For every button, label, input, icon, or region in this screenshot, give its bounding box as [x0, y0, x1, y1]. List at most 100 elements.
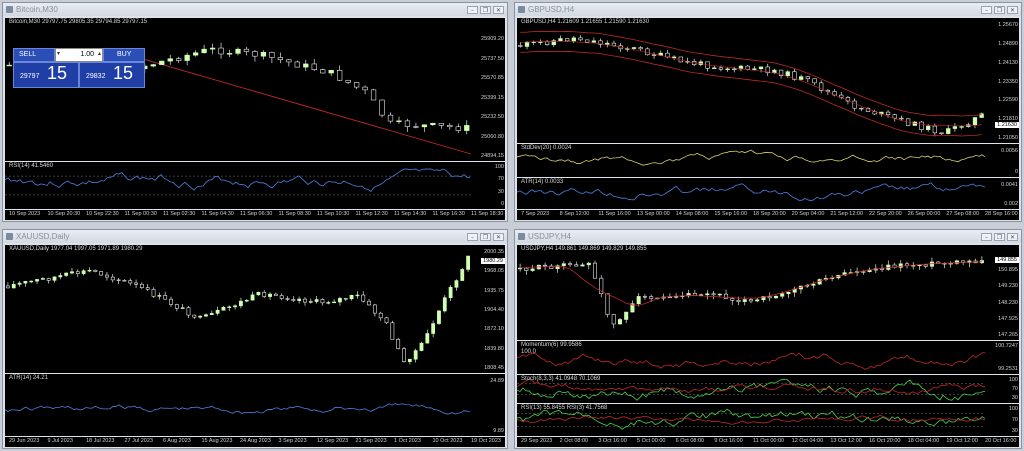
sell-price-box[interactable]: 29797 15	[13, 62, 79, 88]
candle	[805, 76, 810, 83]
candle	[561, 261, 566, 270]
candle	[430, 122, 436, 126]
restore-button[interactable]: ❐	[480, 232, 491, 241]
price-pane[interactable]: Bitcoin,M30 29797.75 29805.35 29794.85 2…	[5, 18, 505, 161]
candle	[638, 46, 643, 51]
indicator-sublabel: 100.0	[521, 349, 537, 355]
window-title: XAUUSD,Daily	[16, 232, 70, 241]
window-title: USDJPY,H4	[528, 232, 571, 241]
candle	[685, 57, 690, 64]
price-pane[interactable]: GBPUSD,H4 1.21609 1.21655 1.21590 1.2163…	[517, 18, 1019, 143]
indicator-pane-stddev[interactable]: StdDev(20) 0.0024 0.0056 0	[517, 144, 1019, 177]
candle	[252, 49, 258, 62]
close-button[interactable]: ✕	[1007, 5, 1018, 14]
indicator-pane-rsi[interactable]: RSI(14) 41.5460 100 70 30 0	[5, 162, 505, 209]
time-tick-label: 6 Oct 08:00	[675, 438, 705, 444]
indicator-pane-rsi[interactable]: RSI(13) 55.8455 RSI(3) 41.7568 100 70 30	[517, 404, 1019, 436]
window-titlebar[interactable]: USDJPY,H4 – ❐ ✕	[515, 230, 1021, 243]
price-pane[interactable]: USDJPY,H4 149.861 149.869 149.829 149.85…	[517, 245, 1019, 340]
candle	[611, 314, 616, 329]
candlestick-chart-bollinger	[518, 31, 984, 137]
rsi-line	[5, 168, 471, 196]
candle	[698, 59, 703, 67]
candle	[226, 49, 233, 58]
candle	[367, 298, 371, 306]
chart-window-usdjpy[interactable]: USDJPY,H4 – ❐ ✕ USDJPY,H4 149.861 149.86…	[514, 229, 1022, 449]
chart-window-gbpusd[interactable]: GBPUSD,H4 – ❐ ✕ GBPUSD,H4 1.21609 1.2165…	[514, 2, 1022, 222]
time-tick-label: 29 Jun 2023	[9, 438, 40, 444]
candle	[227, 305, 232, 312]
candle	[169, 296, 173, 307]
bollinger-upper	[520, 31, 982, 117]
chart-window-bitcoin[interactable]: Bitcoin,M30 – ❐ ✕ Bitcoin,M30 29797.75 2…	[2, 2, 508, 222]
price-tick-label: 70	[497, 176, 504, 183]
candle	[524, 41, 530, 50]
restore-button[interactable]: ❐	[994, 232, 1005, 241]
window-titlebar[interactable]: Bitcoin,M30 – ❐ ✕	[3, 3, 507, 16]
buy-button[interactable]: BUY	[103, 48, 145, 62]
restore-button[interactable]: ❐	[994, 5, 1005, 14]
candle	[372, 303, 377, 317]
candle	[268, 292, 272, 300]
minimize-button[interactable]: –	[467, 232, 478, 241]
price-pane[interactable]: XAUUSD,Daily 1977.04 1997.05 1971.89 198…	[5, 245, 505, 373]
lot-up-icon[interactable]: ▴	[98, 50, 101, 57]
candle	[285, 296, 290, 302]
candle	[294, 60, 300, 68]
candle	[667, 293, 672, 299]
candle	[568, 261, 573, 267]
candle	[402, 346, 406, 363]
rsi-slow	[517, 414, 986, 425]
minimize-button[interactable]: –	[981, 232, 992, 241]
minimize-button[interactable]: –	[467, 5, 478, 14]
price-tick-label: 1.25670	[998, 22, 1018, 28]
close-button[interactable]: ✕	[493, 5, 504, 14]
indicator-pane-atr[interactable]: ATR(14) 24.21 24.89 9.89	[5, 374, 505, 436]
candle	[384, 316, 389, 325]
candle	[93, 269, 98, 273]
lot-down-icon[interactable]: ▾	[57, 50, 60, 57]
minimize-button[interactable]: –	[981, 5, 992, 14]
candle	[580, 262, 585, 267]
close-button[interactable]: ✕	[1007, 232, 1018, 241]
candle	[413, 348, 418, 363]
candle	[159, 60, 165, 65]
price-tick-label: 0	[1014, 169, 1018, 175]
atr-line	[517, 182, 986, 202]
indicator-pane-atr[interactable]: ATR(14) 0.0033 0.0041 0.002	[517, 178, 1019, 209]
candle	[948, 261, 953, 268]
candle	[765, 63, 770, 76]
time-tick-label: 21 Sep 2023	[355, 438, 387, 444]
time-tick-label: 10 Oct 2023	[432, 438, 463, 444]
candle	[447, 123, 453, 130]
indicator-label: ATR(14) 24.21	[9, 375, 48, 381]
candle	[748, 297, 754, 304]
indicator-pane-stochastic[interactable]: Stoch(8,3,3) 41.0948 70.1069 100 70 30	[517, 375, 1019, 403]
candle	[291, 296, 296, 303]
candle	[437, 310, 441, 325]
candle	[361, 291, 366, 303]
restore-button[interactable]: ❐	[480, 5, 491, 14]
buy-price-box[interactable]: 29832 15	[79, 62, 145, 88]
candle	[555, 264, 560, 273]
time-tick-label: 26 Sep 00:00	[907, 211, 941, 217]
candle	[642, 294, 647, 300]
candle	[972, 117, 978, 129]
candle	[767, 292, 772, 302]
candle	[303, 297, 307, 306]
candle	[176, 56, 182, 64]
price-tick-label: 24.89	[490, 378, 504, 384]
window-titlebar[interactable]: GBPUSD,H4 – ❐ ✕	[515, 3, 1021, 16]
chart-window-xauusd[interactable]: XAUUSD,Daily – ❐ ✕ XAUUSD,Daily 1977.04 …	[2, 229, 508, 449]
sell-button[interactable]: SELL	[13, 48, 55, 62]
candle	[23, 280, 28, 287]
candle	[598, 38, 603, 48]
candle	[538, 39, 543, 45]
indicator-pane-momentum[interactable]: Momentum(6) 99.9586 100.0 100.7247 99.253…	[517, 341, 1019, 374]
window-titlebar[interactable]: XAUUSD,Daily – ❐ ✕	[3, 230, 507, 243]
indicator-label: StdDev(20) 0.0024	[521, 145, 572, 151]
close-button[interactable]: ✕	[493, 232, 504, 241]
candle	[349, 294, 354, 301]
candle	[407, 358, 412, 365]
lot-size-input[interactable]: ▾ 1.00 ▴	[55, 48, 103, 62]
